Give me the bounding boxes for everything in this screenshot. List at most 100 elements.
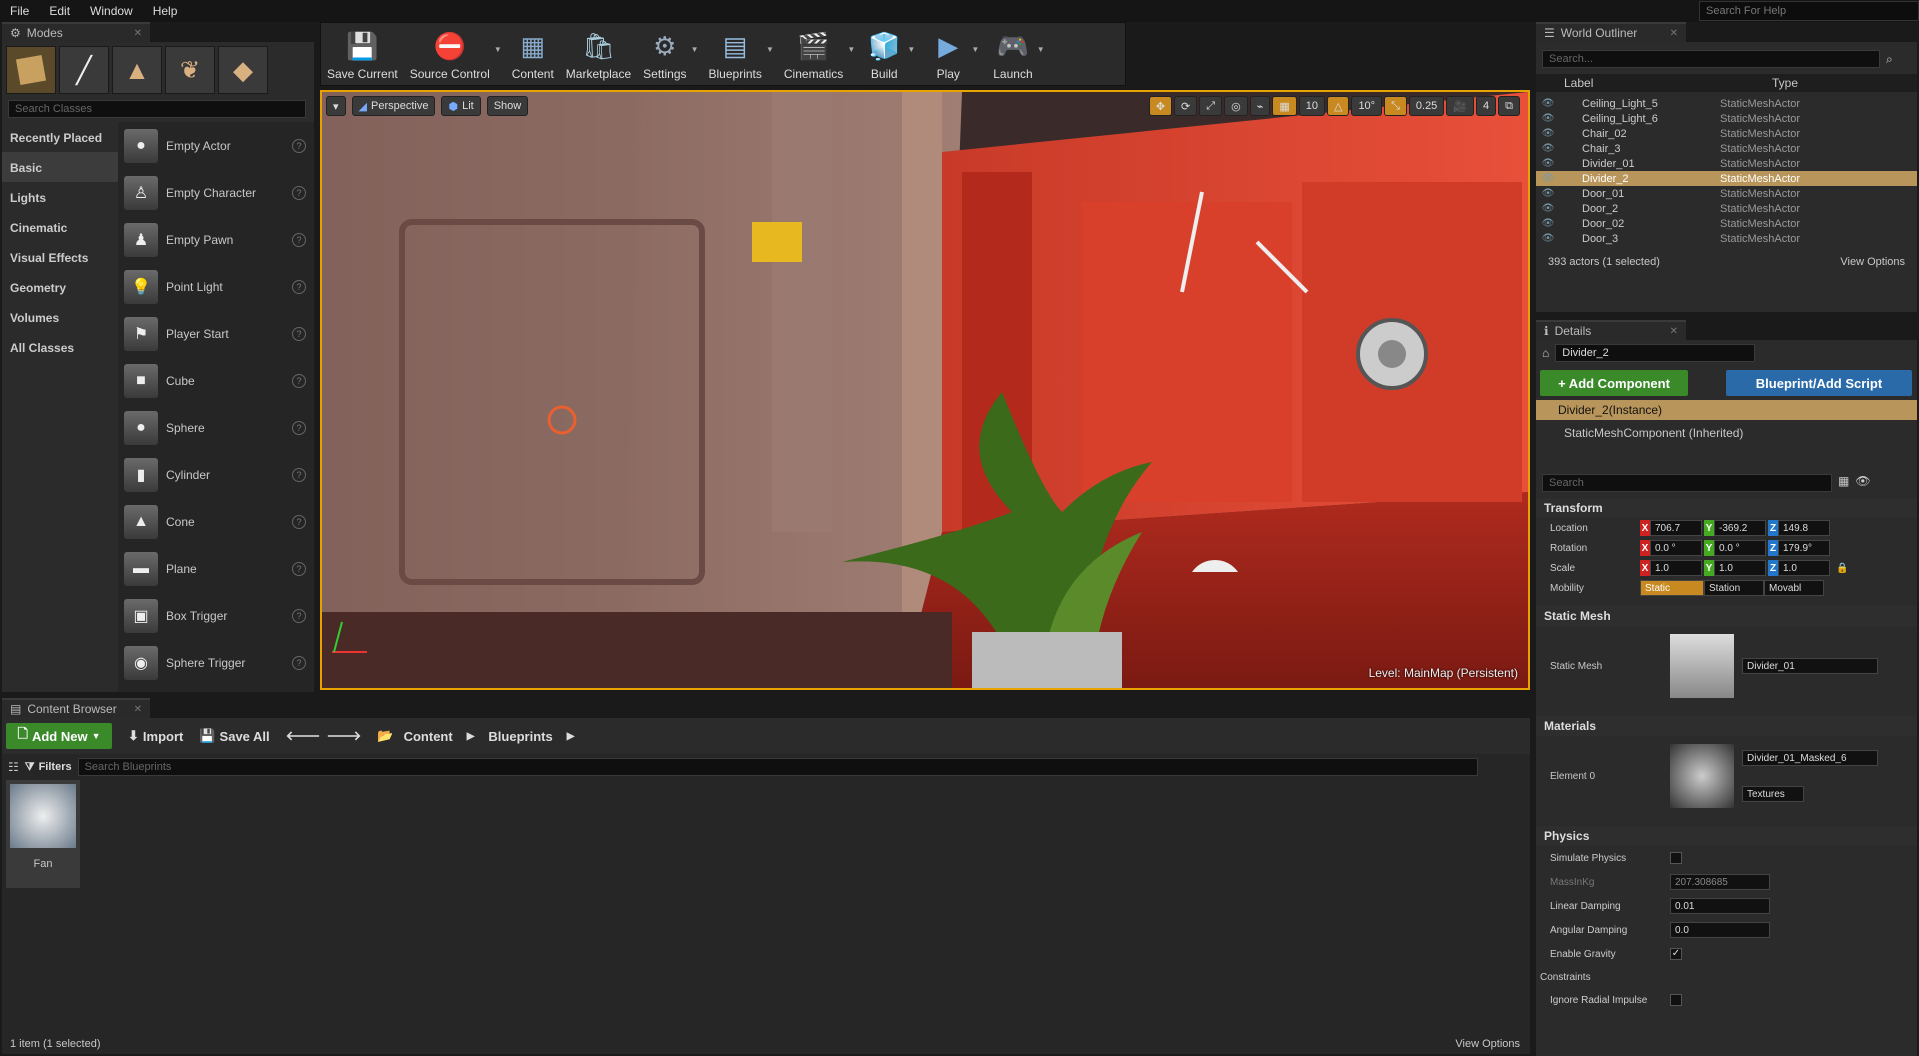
help-icon[interactable]: ? (292, 185, 306, 200)
source-control-button[interactable]: ⛔ Source Control ▼ (404, 23, 502, 85)
material-picker[interactable]: Divider_01_Masked_6 (1742, 750, 1878, 766)
sources-toggle-icon[interactable]: ☷ (8, 760, 19, 774)
tab-content-browser[interactable]: ▤ Content Browser ✕ (2, 698, 150, 718)
category-recently-placed[interactable]: Recently Placed (2, 122, 118, 152)
menu-edit[interactable]: Edit (39, 4, 80, 18)
close-icon[interactable]: ✕ (1670, 28, 1678, 39)
component-inherited[interactable]: StaticMeshComponent (Inherited) (1536, 420, 1917, 446)
category-lights[interactable]: Lights (2, 182, 118, 212)
eye-icon[interactable]: 👁 (1536, 158, 1560, 169)
rotation-y-input[interactable]: 0.0 ° (1714, 540, 1766, 556)
launch-button[interactable]: 🎮 Launch ▼ (987, 23, 1044, 85)
breadcrumb-content[interactable]: Content (404, 729, 453, 744)
place-mode-button[interactable] (6, 46, 56, 94)
tab-modes[interactable]: ⚙ Modes ✕ (2, 22, 150, 42)
blueprints-button[interactable]: ▤ Blueprints ▼ (703, 23, 774, 85)
material-thumbnail[interactable] (1670, 744, 1734, 808)
help-search-input[interactable]: Search For Help (1699, 1, 1919, 21)
static-mesh-thumbnail[interactable] (1670, 634, 1734, 698)
show-button[interactable]: Show (486, 96, 529, 116)
eye-icon[interactable]: 👁 (1855, 474, 1870, 492)
category-cinematic[interactable]: Cinematic (2, 212, 118, 242)
grid-snap-value[interactable]: 10 (1298, 96, 1325, 116)
translate-tool-icon[interactable]: ✥ (1148, 96, 1173, 116)
static-mesh-picker[interactable]: Divider_01 (1742, 658, 1878, 674)
build-button[interactable]: 🧊 Build ▼ (859, 23, 915, 85)
eye-icon[interactable]: 👁 (1536, 128, 1560, 139)
class-item-cone[interactable]: ▲ Cone? (118, 498, 314, 545)
category-volumes[interactable]: Volumes (2, 302, 118, 332)
linear-damping-input[interactable]: 0.01 (1670, 898, 1770, 914)
scale-tool-icon[interactable]: ⤢ (1199, 96, 1223, 116)
mobility-movable[interactable]: Movabl (1764, 580, 1824, 596)
chevron-right-icon[interactable]: ▶ (567, 731, 575, 742)
category-geometry[interactable]: Geometry (2, 272, 118, 302)
landscape-mode-button[interactable]: ▲ (112, 46, 162, 94)
history-forward-icon[interactable]: 🡒 (327, 728, 362, 744)
paint-mode-button[interactable]: ╱ (59, 46, 109, 94)
mobility-static[interactable]: Static (1640, 580, 1704, 596)
help-icon[interactable]: ? (292, 561, 306, 576)
dropdown-icon[interactable]: ▼ (847, 45, 855, 54)
play-button[interactable]: ▶ Play ▼ (923, 23, 980, 85)
tab-details[interactable]: ℹ Details ✕ (1536, 320, 1686, 340)
location-y-input[interactable]: -369.2 (1714, 520, 1766, 536)
outliner-row[interactable]: 👁 Chair_02 StaticMeshActor (1536, 126, 1917, 141)
close-icon[interactable]: ✕ (134, 28, 142, 39)
help-icon[interactable]: ? (292, 655, 306, 670)
angular-damping-input[interactable]: 0.0 (1670, 922, 1770, 938)
outliner-row[interactable]: 👁 Door_02 StaticMeshActor (1536, 216, 1917, 231)
surface-snap-icon[interactable]: ⌁ (1249, 96, 1271, 116)
world-space-icon[interactable]: ◎ (1224, 96, 1248, 116)
menu-help[interactable]: Help (143, 4, 188, 18)
level-viewport[interactable]: ▾ ◢ Perspective ⬢ Lit Show ✥ ⟳ ⤢ ◎ ⌁ ▦ 10 … (320, 90, 1530, 690)
settings-button[interactable]: ⚙ Settings ▼ (637, 23, 698, 85)
geometry-mode-button[interactable]: ◆ (218, 46, 268, 94)
outliner-row-selected[interactable]: 👁 Divider_2 StaticMeshActor (1536, 171, 1917, 186)
col-label[interactable]: Label (1536, 76, 1772, 90)
class-item-sphere-trigger[interactable]: ◉ Sphere Trigger? (118, 639, 314, 686)
camera-speed-value[interactable]: 4 (1476, 96, 1497, 116)
asset-tile[interactable]: Fan (6, 780, 80, 888)
scale-snap-value[interactable]: 0.25 (1408, 96, 1445, 116)
outliner-row[interactable]: 👁 Door_01 StaticMeshActor (1536, 186, 1917, 201)
breadcrumb-blueprints[interactable]: Blueprints (488, 729, 552, 744)
grid-icon[interactable]: ▦ (1838, 474, 1849, 492)
help-icon[interactable]: ? (292, 279, 306, 294)
class-item-cylinder[interactable]: ▮ Cylinder? (118, 451, 314, 498)
rotate-tool-icon[interactable]: ⟳ (1174, 96, 1198, 116)
constraints-row[interactable]: Constraints (1536, 966, 1917, 988)
dropdown-icon[interactable]: ▼ (494, 45, 502, 54)
save-all-button[interactable]: 💾 Save All (199, 728, 269, 744)
outliner-row[interactable]: 👁 Door_3 StaticMeshActor (1536, 231, 1917, 246)
eye-icon[interactable]: 👁 (1536, 218, 1560, 229)
help-icon[interactable]: ? (292, 467, 306, 482)
textures-dropdown[interactable]: Textures (1742, 786, 1804, 802)
foliage-mode-button[interactable]: ❦ (165, 46, 215, 94)
class-item-point-light[interactable]: 💡 Point Light? (118, 263, 314, 310)
eye-icon[interactable]: 👁 (1536, 98, 1560, 109)
lit-button[interactable]: ⬢ Lit (441, 96, 481, 116)
menu-window[interactable]: Window (80, 4, 143, 18)
actor-name-input[interactable]: Divider_2 (1555, 344, 1756, 362)
view-options-button[interactable]: View Options (1840, 256, 1905, 268)
marketplace-button[interactable]: 🛍 Marketplace (560, 23, 637, 85)
blueprint-add-script-button[interactable]: Blueprint/Add Script (1726, 370, 1912, 396)
scale-z-input[interactable]: 1.0 (1778, 560, 1830, 576)
import-button[interactable]: ⬇ Import (128, 728, 183, 744)
simulate-physics-checkbox[interactable] (1670, 852, 1682, 864)
content-button[interactable]: ▦ Content (506, 23, 560, 85)
maximize-icon[interactable]: ⧉ (1498, 96, 1520, 116)
close-icon[interactable]: ✕ (1670, 326, 1678, 337)
rotation-z-input[interactable]: 179.9° (1778, 540, 1830, 556)
history-back-icon[interactable]: 🡐 (286, 728, 321, 744)
add-new-button[interactable]: 🗋 Add New ▼ (6, 723, 112, 749)
class-item-plane[interactable]: ▬ Plane? (118, 545, 314, 592)
save-current-button[interactable]: 💾 Save Current (321, 23, 404, 85)
help-icon[interactable]: ? (292, 514, 306, 529)
close-icon[interactable]: ✕ (134, 704, 142, 715)
search-classes-input[interactable]: Search Classes (8, 100, 306, 118)
content-search-input[interactable]: Search Blueprints (77, 758, 1478, 776)
help-icon[interactable]: ? (292, 373, 306, 388)
mobility-stationary[interactable]: Station (1704, 580, 1764, 596)
